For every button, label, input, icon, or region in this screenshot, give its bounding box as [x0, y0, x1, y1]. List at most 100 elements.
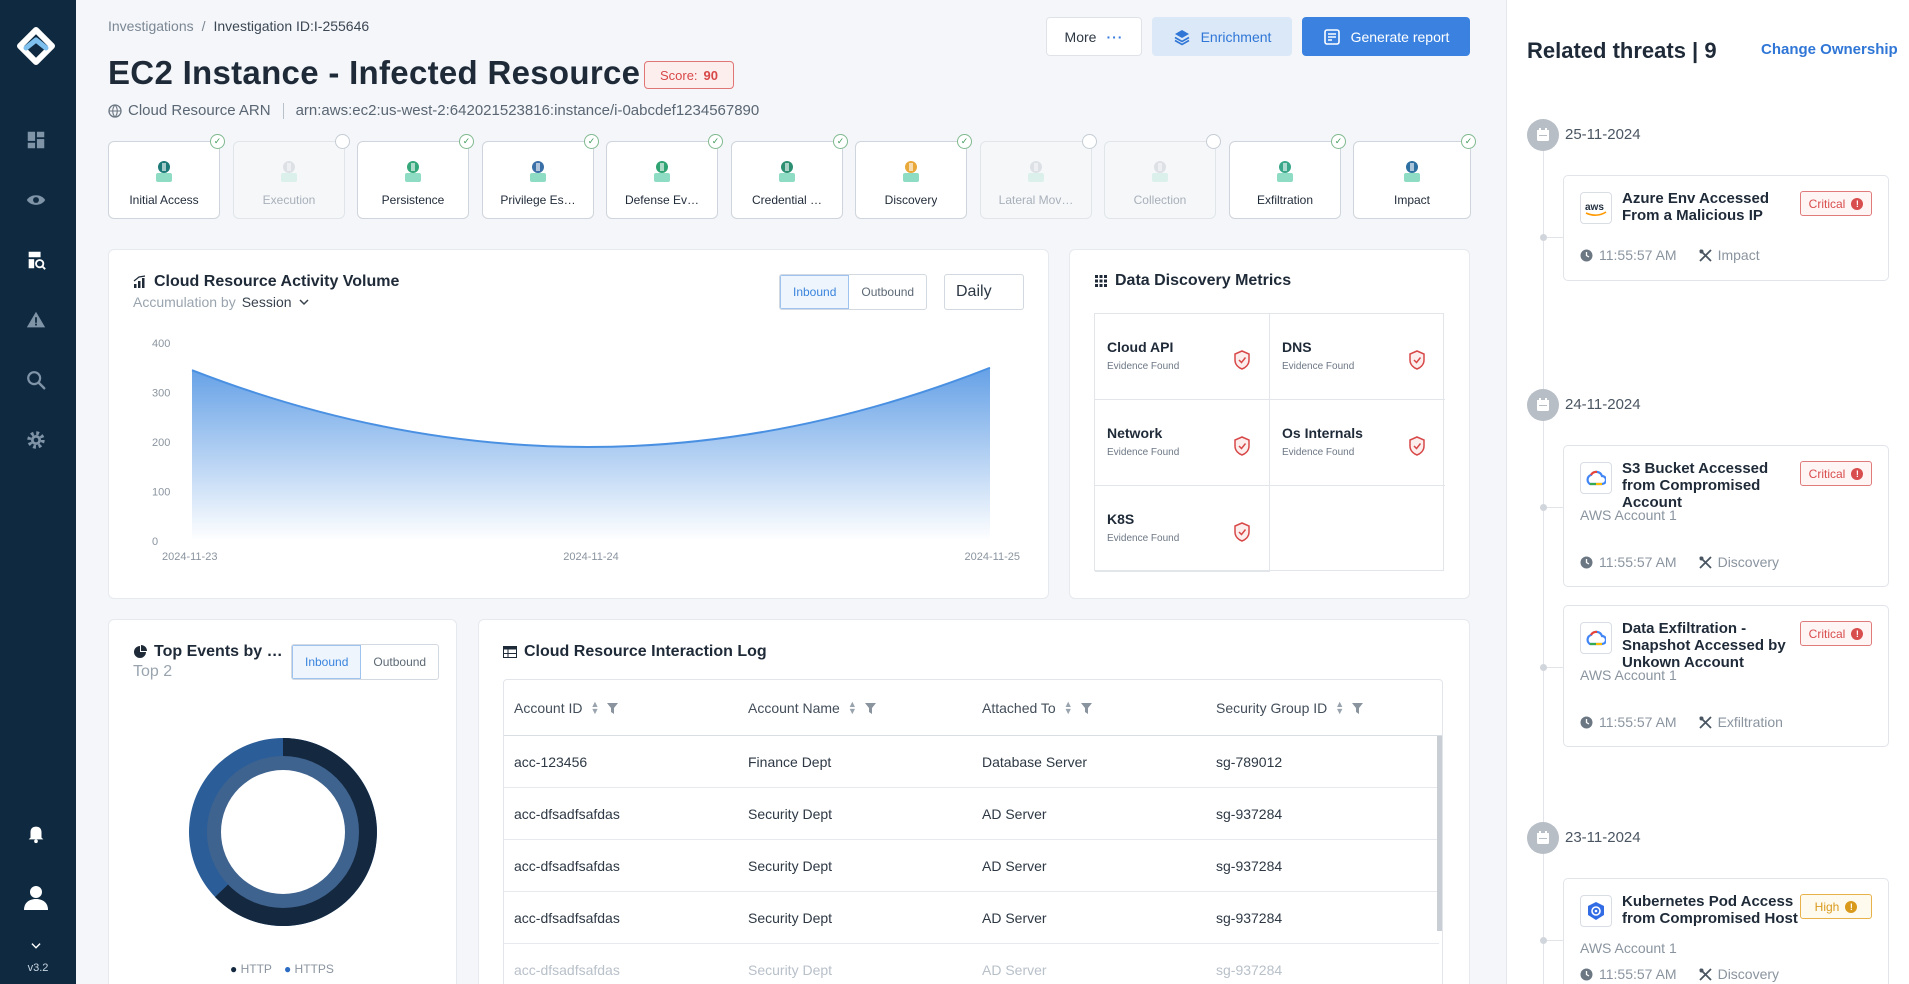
- threat-name: Data Exfiltration - Snapshot Accessed by…: [1622, 620, 1786, 671]
- tactic-folder-icon: [1152, 161, 1168, 182]
- timeline-line: [1543, 130, 1544, 984]
- tactic-card[interactable]: Initial Access ✓: [108, 134, 225, 219]
- filter-icon[interactable]: [1352, 702, 1364, 714]
- table-icon: [503, 646, 517, 658]
- table-row[interactable]: acc-dfsadfsafdas Security Dept AD Server sg…: [504, 788, 1439, 840]
- tactic-card[interactable]: Credential … ✓: [731, 134, 848, 219]
- legend-https-label: HTTPS: [294, 962, 334, 976]
- outbound-tab[interactable]: Outbound: [849, 275, 926, 309]
- inbound-tab[interactable]: Inbound: [292, 645, 362, 679]
- alert-icon[interactable]: [24, 308, 48, 332]
- table-cell: sg-937284: [1216, 858, 1283, 874]
- gear-icon[interactable]: [24, 428, 48, 452]
- table-cell: AD Server: [982, 806, 1047, 822]
- threat-card[interactable]: Kubernetes Pod Access from Compromised H…: [1563, 878, 1889, 984]
- tactic-card[interactable]: Exfiltration ✓: [1229, 134, 1346, 219]
- enrichment-label: Enrichment: [1200, 28, 1272, 45]
- filter-icon[interactable]: [607, 702, 619, 714]
- threat-tactic: Discovery: [1717, 554, 1780, 570]
- tactic-card[interactable]: Defense Ev… ✓: [606, 134, 723, 219]
- activity-title: Cloud Resource Activity Volume: [133, 273, 399, 291]
- threat-card[interactable]: Data Exfiltration - Snapshot Accessed by…: [1563, 605, 1889, 747]
- table-cell: Security Dept: [748, 910, 833, 926]
- check-icon: ✓: [1082, 134, 1097, 149]
- generate-report-label: Generate report: [1350, 28, 1450, 45]
- tactic-person-icon: [156, 161, 172, 182]
- severity-label: Critical: [1808, 466, 1846, 481]
- tactic-card[interactable]: Persistence ✓: [357, 134, 474, 219]
- inbound-tab[interactable]: Inbound: [780, 275, 850, 309]
- metric-card[interactable]: DNS Evidence Found: [1270, 314, 1445, 400]
- metric-card[interactable]: Os Internals Evidence Found: [1270, 400, 1445, 486]
- bell-icon[interactable]: [24, 821, 48, 845]
- tactic-tools-icon: [1698, 715, 1712, 729]
- tactic-ladder-icon: [530, 161, 546, 182]
- sort-icon[interactable]: ▲ ▼: [1064, 700, 1073, 716]
- tactic-card[interactable]: Privilege Es… ✓: [482, 134, 599, 219]
- column-header[interactable]: Security Group ID ▲ ▼: [1216, 700, 1364, 716]
- metric-card[interactable]: K8S Evidence Found: [1095, 486, 1270, 572]
- x-tick-label: 2024-11-25: [965, 551, 1020, 563]
- filter-icon[interactable]: [1080, 702, 1092, 714]
- x-tick-label: 2024-11-23: [162, 551, 217, 563]
- column-header[interactable]: Attached To ▲ ▼: [982, 700, 1092, 716]
- enrichment-button[interactable]: Enrichment: [1152, 17, 1292, 56]
- user-icon[interactable]: [22, 883, 50, 911]
- table-row[interactable]: acc-dfsadfsafdas Security Dept AD Server sg…: [504, 840, 1439, 892]
- tactic-label: Collection: [1133, 193, 1187, 207]
- threat-card[interactable]: aws Azure Env Accessed From a Malicious I…: [1563, 175, 1889, 281]
- investigation-icon[interactable]: [24, 248, 48, 272]
- metric-name: K8S: [1107, 511, 1135, 527]
- dashboard-icon[interactable]: [24, 128, 48, 152]
- info-icon: !: [1845, 900, 1858, 913]
- more-button[interactable]: More ···: [1046, 17, 1142, 56]
- table-row[interactable]: acc-dfsadfsafdas Security Dept AD Server sg…: [504, 892, 1439, 944]
- metric-name: DNS: [1282, 339, 1312, 355]
- change-ownership-link[interactable]: Change Ownership: [1761, 41, 1898, 58]
- eye-icon[interactable]: [24, 188, 48, 212]
- table-scrollbar[interactable]: [1437, 736, 1442, 931]
- activity-direction-toggle: Inbound Outbound: [779, 274, 928, 310]
- outbound-tab[interactable]: Outbound: [361, 645, 438, 679]
- column-header[interactable]: Account Name ▲ ▼: [748, 700, 876, 716]
- table-row[interactable]: acc-dfsadfsafdas Security Dept AD Server sg…: [504, 944, 1439, 984]
- table-row[interactable]: acc-123456 Finance Dept Database Server sg-…: [504, 736, 1439, 788]
- sort-icon[interactable]: ▲ ▼: [1335, 700, 1344, 716]
- resource-type: Cloud Resource ARN: [128, 102, 271, 119]
- shield-check-icon: [1409, 350, 1425, 370]
- filter-icon[interactable]: [864, 702, 876, 714]
- tactic-card[interactable]: Collection ✓: [1104, 134, 1221, 219]
- svg-text:aws: aws: [1585, 202, 1604, 213]
- search-icon[interactable]: [24, 368, 48, 392]
- generate-report-button[interactable]: Generate report: [1302, 17, 1470, 56]
- threat-card[interactable]: S3 Bucket Accessed from Compromised Acco…: [1563, 445, 1889, 587]
- column-header[interactable]: Account ID ▲ ▼: [514, 700, 619, 716]
- app-logo-icon[interactable]: [16, 26, 56, 66]
- sort-icon[interactable]: ▲ ▼: [590, 700, 599, 716]
- metric-card[interactable]: Cloud API Evidence Found: [1095, 314, 1270, 400]
- related-threats-panel: Related threats | 9 Change Ownership 25-…: [1506, 0, 1909, 984]
- breadcrumb-separator: /: [201, 18, 206, 34]
- breadcrumb-current: Investigation ID:I-255646: [213, 18, 370, 34]
- period-select[interactable]: Daily: [944, 274, 1024, 310]
- score-label: Score:: [659, 67, 698, 83]
- check-icon: ✓: [957, 134, 972, 149]
- check-icon: ✓: [833, 134, 848, 149]
- calendar-icon: [1527, 389, 1559, 421]
- threat-time: 11:55:57 AM: [1599, 714, 1677, 730]
- tactic-card[interactable]: Lateral Mov… ✓: [980, 134, 1097, 219]
- tactic-card[interactable]: Discovery ✓: [855, 134, 972, 219]
- metric-card[interactable]: Network Evidence Found: [1095, 400, 1270, 486]
- breadcrumb-root[interactable]: Investigations: [108, 18, 194, 34]
- y-tick-label: 300: [152, 388, 170, 400]
- date-label: 23-11-2024: [1565, 829, 1641, 846]
- chevron-down-icon[interactable]: [24, 934, 48, 958]
- threat-account: AWS Account 1: [1580, 667, 1677, 683]
- check-icon: ✓: [335, 134, 350, 149]
- severity-label: Critical: [1808, 626, 1846, 641]
- page-title: EC2 Instance - Infected Resource: [108, 54, 641, 91]
- tactic-card[interactable]: Impact ✓: [1353, 134, 1476, 219]
- tactic-card[interactable]: Execution ✓: [233, 134, 350, 219]
- accumulation-selector[interactable]: Accumulation by Session: [133, 294, 310, 310]
- sort-icon[interactable]: ▲ ▼: [848, 700, 857, 716]
